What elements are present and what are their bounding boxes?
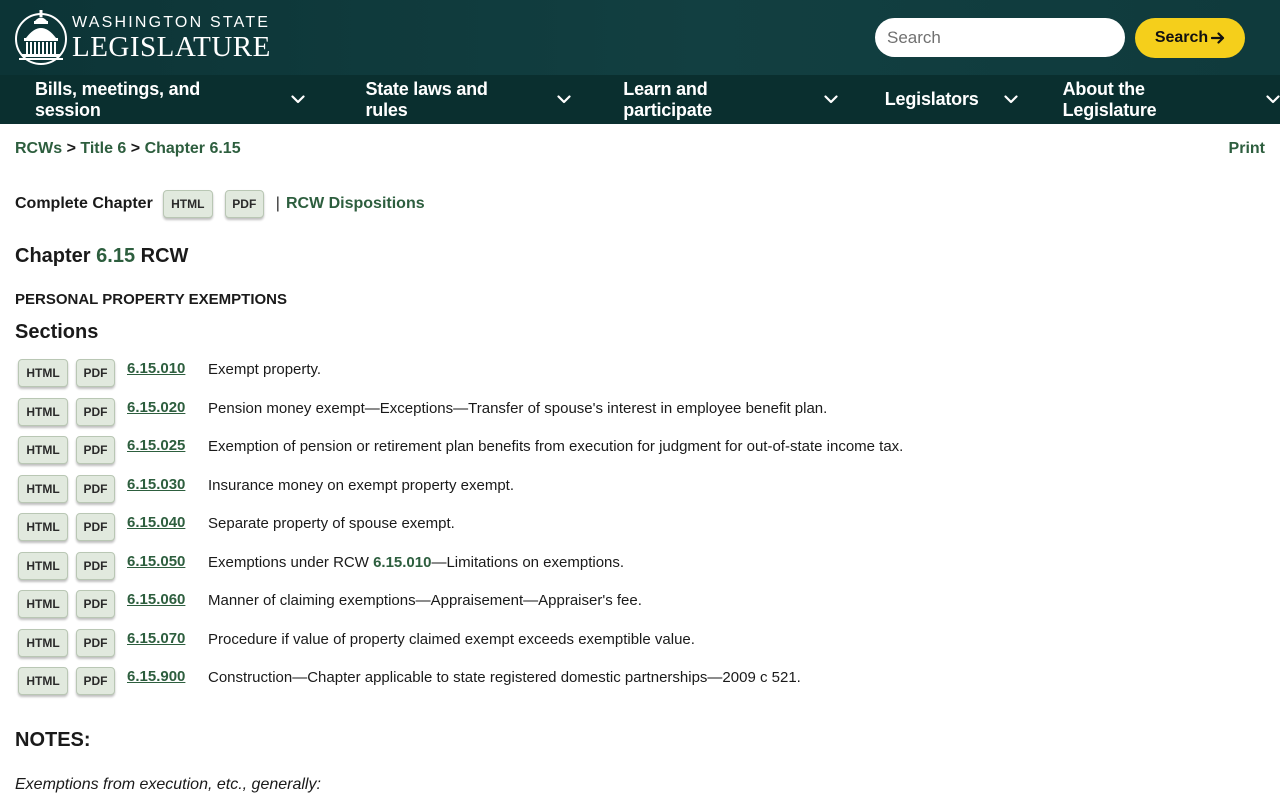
section-pdf-button[interactable]: PDF <box>76 590 115 618</box>
section-number-link[interactable]: 6.15.030 <box>127 474 208 493</box>
section-caption: Exemptions under RCW 6.15.010—Limitation… <box>208 551 624 571</box>
section-row: HTML PDF 6.15.040 Separate property of s… <box>18 512 1258 551</box>
chevron-down-icon <box>1266 95 1280 104</box>
section-pdf-button[interactable]: PDF <box>76 474 115 503</box>
section-number-link[interactable]: 6.15.010 <box>127 358 208 377</box>
section-pdf-button[interactable]: PDF <box>76 513 115 541</box>
section-pdf-button[interactable]: PDF <box>76 359 115 387</box>
section-html-button[interactable]: HTML <box>18 667 68 695</box>
section-caption: Construction—Chapter applicable to state… <box>208 669 801 686</box>
chapter-number-link[interactable]: 6.15 <box>96 245 135 267</box>
chapter-suffix: RCW <box>140 245 189 267</box>
section-row: HTML PDF 6.15.025 Exemption of pension o… <box>18 435 1258 474</box>
section-number-link[interactable]: 6.15.040 <box>127 512 208 531</box>
section-row: HTML PDF 6.15.060 Manner of claiming exe… <box>18 589 1258 628</box>
breadcrumb-chapter[interactable]: Chapter 6.15 <box>145 140 241 157</box>
section-pdf-button[interactable]: PDF <box>76 397 115 426</box>
site-header: WASHINGTON STATE LEGISLATURE Search <box>0 0 1280 75</box>
section-caption: Insurance money on exempt property exemp… <box>208 476 514 494</box>
section-caption: Procedure if value of property claimed e… <box>208 630 695 648</box>
chevron-down-icon <box>557 95 571 104</box>
breadcrumb-separator: > <box>66 140 76 157</box>
search-button-label: Search <box>1154 29 1209 46</box>
section-pdf-button[interactable]: PDF <box>76 436 115 464</box>
section-row: HTML PDF 6.15.010 Exempt property. <box>18 358 1258 397</box>
capitol-dome-icon <box>15 10 67 65</box>
section-row: HTML PDF 6.15.020 Pension money exempt—E… <box>18 397 1258 436</box>
complete-chapter-pdf-button[interactable]: PDF <box>224 190 264 218</box>
print-link[interactable]: Print <box>1229 140 1265 158</box>
page-title: Chapter 6.15 RCW <box>15 245 188 268</box>
section-caption: Pension money exempt—Exceptions—Transfer… <box>208 399 828 417</box>
notes-heading: NOTES: <box>15 729 91 751</box>
sections-heading: Sections <box>15 321 99 343</box>
section-row: HTML PDF 6.15.070 Procedure if value of … <box>18 628 1258 667</box>
nav-label: State laws and rules <box>365 78 488 120</box>
section-row: HTML PDF 6.15.030 Insurance money on exe… <box>18 474 1258 513</box>
site-logo[interactable]: WASHINGTON STATE LEGISLATURE <box>14 8 271 66</box>
nav-label: About the Legislature <box>1062 78 1157 120</box>
arrow-right-icon <box>1211 32 1225 44</box>
logo-line-state: WASHINGTON STATE <box>72 14 271 31</box>
section-row: HTML PDF 6.15.900 Construction—Chapter a… <box>18 666 1258 705</box>
chapter-prefix: Chapter <box>15 245 91 267</box>
section-html-button[interactable]: HTML <box>18 359 68 387</box>
section-number-link[interactable]: 6.15.070 <box>127 628 208 647</box>
nav-label: Bills, meetings, and session <box>35 78 201 120</box>
complete-chapter-bar: Complete Chapter HTML PDF | RCW Disposit… <box>15 190 425 218</box>
chapter-title: PERSONAL PROPERTY EXEMPTIONS <box>15 291 287 308</box>
section-number-link[interactable]: 6.15.060 <box>127 589 208 608</box>
section-number-link[interactable]: 6.15.050 <box>127 551 208 570</box>
chevron-down-icon <box>824 95 838 104</box>
breadcrumb-separator: > <box>130 140 141 157</box>
search-input[interactable] <box>875 18 1125 57</box>
section-caption: Manner of claiming exemptions—Appraiseme… <box>208 592 642 609</box>
nav-label: Legislators <box>884 89 979 109</box>
rcw-dispositions-link[interactable]: RCW Dispositions <box>286 195 425 213</box>
section-html-button[interactable]: HTML <box>18 590 68 618</box>
nav-legislators[interactable]: Legislators <box>885 75 1018 124</box>
section-html-button[interactable]: HTML <box>18 628 68 657</box>
section-caption: Separate property of spouse exempt. <box>208 515 455 532</box>
nav-bills-meetings-session[interactable]: Bills, meetings, and session <box>35 75 306 124</box>
caption-text: —Limitations on exemptions. <box>431 553 625 571</box>
breadcrumb-title-6[interactable]: Title 6 <box>80 140 126 157</box>
caption-text: Exemptions under RCW <box>208 553 374 571</box>
logo-wordmark: WASHINGTON STATE LEGISLATURE <box>72 12 271 62</box>
complete-chapter-label: Complete Chapter <box>15 195 153 212</box>
section-pdf-button[interactable]: PDF <box>76 667 115 695</box>
section-number-link[interactable]: 6.15.900 <box>127 666 208 685</box>
section-pdf-button[interactable]: PDF <box>76 628 115 657</box>
logo-line-legislature: LEGISLATURE <box>72 31 271 63</box>
nav-label: Learn and participate <box>623 78 713 120</box>
nav-state-laws-rules[interactable]: State laws and rules <box>365 75 571 124</box>
section-html-button[interactable]: HTML <box>18 551 68 580</box>
search-button[interactable]: Search <box>1135 18 1245 58</box>
nav-about-legislature[interactable]: About the Legislature <box>1063 75 1280 124</box>
notes-text: Exemptions from execution, etc., general… <box>15 776 321 793</box>
main-nav: Bills, meetings, and session State laws … <box>0 75 1280 124</box>
section-number-link[interactable]: 6.15.020 <box>127 397 208 416</box>
caption-rcw-link[interactable]: 6.15.010 <box>373 554 431 571</box>
sections-list: HTML PDF 6.15.010 Exempt property. HTML … <box>18 358 1258 705</box>
complete-chapter-html-button[interactable]: HTML <box>162 190 213 218</box>
nav-learn-participate[interactable]: Learn and participate <box>623 75 838 124</box>
section-pdf-button[interactable]: PDF <box>76 551 115 580</box>
breadcrumb: RCWs > Title 6 > Chapter 6.15 <box>15 140 241 158</box>
separator: | <box>275 195 280 212</box>
breadcrumb-rcws[interactable]: RCWs <box>15 140 62 157</box>
chevron-down-icon <box>291 95 306 104</box>
section-caption: Exempt property. <box>208 361 322 378</box>
chevron-down-icon <box>1004 95 1018 104</box>
section-row: HTML PDF 6.15.050 Exemptions under RCW 6… <box>18 551 1258 590</box>
section-caption: Exemption of pension or retirement plan … <box>208 438 904 455</box>
section-html-button[interactable]: HTML <box>18 436 68 464</box>
section-number-link[interactable]: 6.15.025 <box>127 435 208 454</box>
section-html-button[interactable]: HTML <box>18 397 68 426</box>
section-html-button[interactable]: HTML <box>18 513 68 541</box>
section-html-button[interactable]: HTML <box>18 474 68 503</box>
